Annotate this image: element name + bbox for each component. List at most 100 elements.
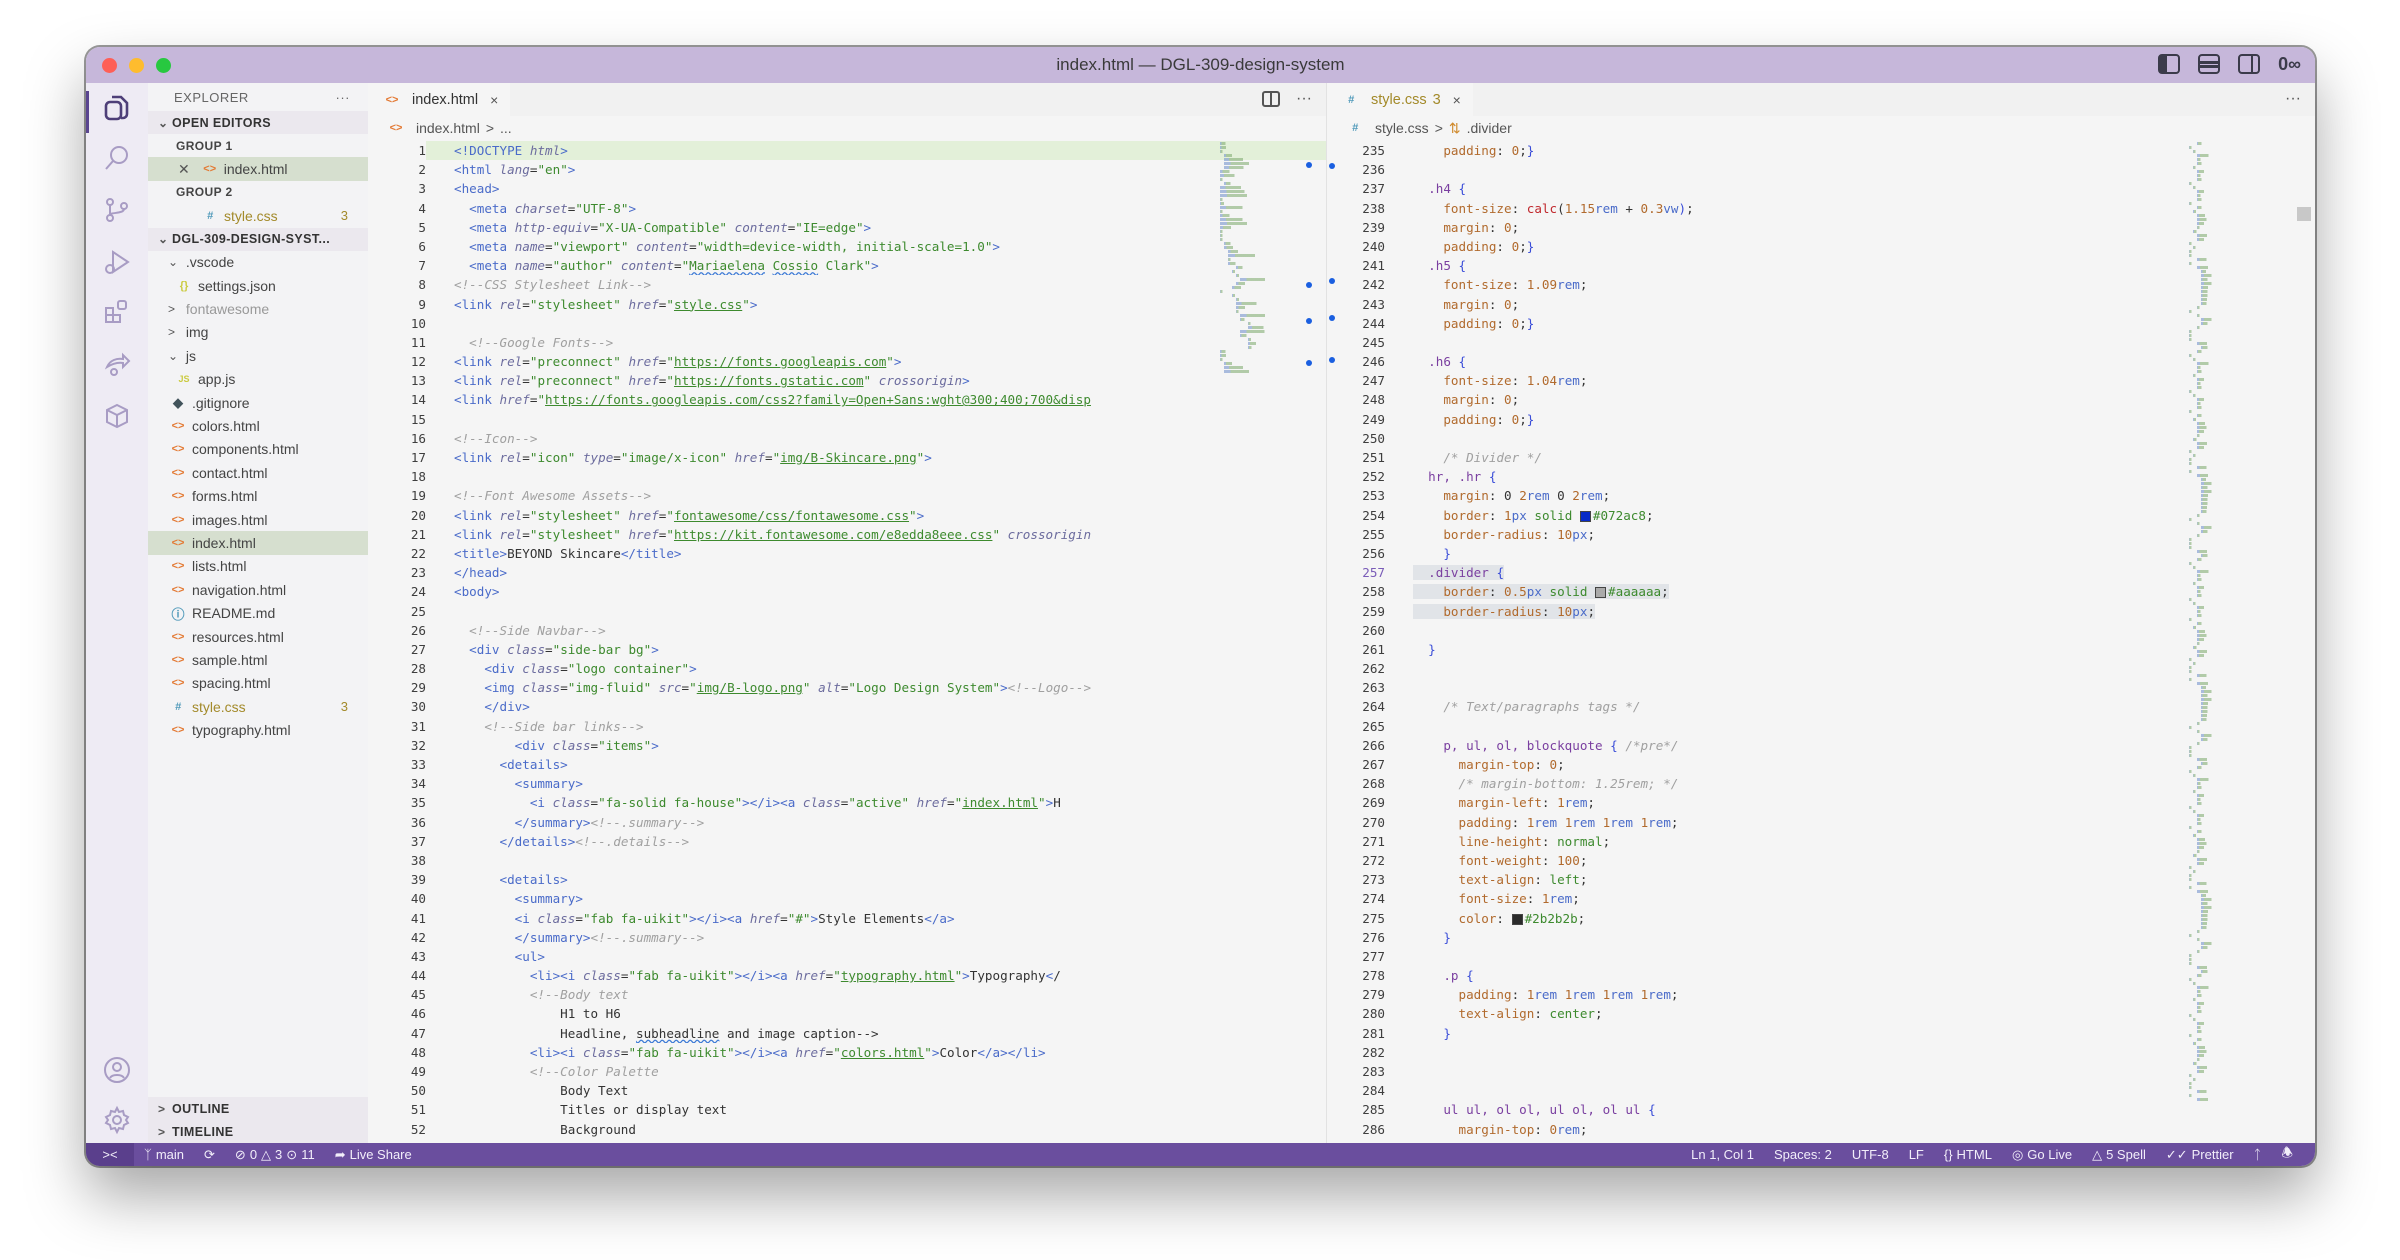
code-line[interactable]: 267 margin-top: 0; (1327, 755, 2315, 774)
code-line[interactable]: 37 </details><!--.details--> (368, 832, 1326, 851)
code-line[interactable]: 50 Body Text (368, 1081, 1326, 1100)
code-line[interactable]: 284 (1327, 1081, 2315, 1100)
tree-item-contact-html[interactable]: <> contact.html (148, 461, 368, 484)
code-line[interactable]: 248 margin: 0; (1327, 390, 2315, 409)
code-line[interactable]: 277 (1327, 947, 2315, 966)
tree-item-navigation-html[interactable]: <> navigation.html (148, 578, 368, 601)
code-line[interactable]: 47 Headline, subheadline and image capti… (368, 1024, 1326, 1043)
code-line[interactable]: 242 font-size: 1.09rem; (1327, 275, 2315, 294)
code-line[interactable]: 43 <ul> (368, 947, 1326, 966)
code-line[interactable]: 4 <meta charset="UTF-8"> (368, 199, 1326, 218)
open-editor-style-css[interactable]: # style.css 3 (148, 204, 368, 227)
code-line[interactable]: 32 <div class="items"> (368, 736, 1326, 755)
prettier-indicator[interactable]: ✓✓ Prettier (2156, 1147, 2244, 1163)
branch-indicator[interactable]: ᛉ main (134, 1147, 194, 1162)
language-mode[interactable]: {} HTML (1934, 1147, 2002, 1162)
code-editor[interactable]: 1 <!DOCTYPE html> 2 <html lang="en"> 3 <head>… (368, 141, 1326, 1143)
scrollbar-thumb[interactable] (2297, 207, 2311, 221)
code-line[interactable]: 253 margin: 0 2rem 0 2rem; (1327, 486, 2315, 505)
tree-item-gitignore[interactable]: ◆ .gitignore (148, 391, 368, 414)
toggle-panel-icon[interactable] (2198, 54, 2221, 74)
cursor-position[interactable]: Ln 1, Col 1 (1681, 1147, 1764, 1162)
code-line[interactable]: 259 border-radius: 10px; (1327, 602, 2315, 621)
code-line[interactable]: 258 border: 0.5px solid #aaaaaa; (1327, 582, 2315, 601)
open-editor-index-html[interactable]: ✕ <> index.html (148, 157, 368, 181)
outline-section[interactable]: > OUTLINE (148, 1097, 368, 1120)
breadcrumb-file[interactable]: style.css (1375, 120, 1429, 136)
code-line[interactable]: 241 .h5 { (1327, 256, 2315, 275)
code-line[interactable]: 16 <!--Icon--> (368, 429, 1326, 448)
minimap[interactable] (2189, 141, 2259, 1143)
code-line[interactable]: 276 } (1327, 928, 2315, 947)
live-share-icon[interactable] (100, 347, 134, 381)
code-line[interactable]: 279 padding: 1rem 1rem 1rem 1rem; (1327, 985, 2315, 1004)
toggle-primary-sidebar-icon[interactable] (2158, 54, 2181, 74)
problems-indicator[interactable]: ⊘ 0 △ 3 ⊙ 11 (225, 1147, 325, 1163)
code-line[interactable]: 252 hr, .hr { (1327, 467, 2315, 486)
indentation[interactable]: Spaces: 2 (1764, 1147, 1842, 1162)
code-line[interactable]: 262 (1327, 659, 2315, 678)
tree-item-settings-json[interactable]: {} settings.json (148, 274, 368, 297)
code-line[interactable]: 20 <link rel="stylesheet" href="fontaweso… (368, 506, 1326, 525)
tree-item-spacing-html[interactable]: <> spacing.html (148, 672, 368, 695)
code-line[interactable]: 22 <title>BEYOND Skincare</title> (368, 544, 1326, 563)
code-line[interactable]: 286 margin-top: 0rem; (1327, 1120, 2315, 1139)
code-line[interactable]: 239 margin: 0; (1327, 218, 2315, 237)
code-line[interactable]: 271 line-height: normal; (1327, 832, 2315, 851)
open-editors-section[interactable]: ⌄ OPEN EDITORS (148, 111, 368, 134)
remote-explorer-icon[interactable] (100, 399, 134, 433)
code-line[interactable]: 45 <!--Body text (368, 985, 1326, 1004)
tree-item-readme-md[interactable]: ⓘ README.md (148, 601, 368, 624)
code-line[interactable]: 3 <head> (368, 179, 1326, 198)
code-line[interactable]: 30 </div> (368, 697, 1326, 716)
code-line[interactable]: 39 <details> (368, 870, 1326, 889)
code-line[interactable]: 240 padding: 0;} (1327, 237, 2315, 256)
remote-indicator[interactable]: >< (86, 1143, 134, 1166)
code-line[interactable]: 243 margin: 0; (1327, 295, 2315, 314)
code-line[interactable]: 21 <link rel="stylesheet" href="https://k… (368, 525, 1326, 544)
code-line[interactable]: 36 </summary><!--.summary--> (368, 813, 1326, 832)
sync-button[interactable]: ⟳ (194, 1147, 225, 1163)
code-line[interactable]: 282 (1327, 1043, 2315, 1062)
close-tab-button[interactable]: × (490, 92, 498, 108)
code-line[interactable]: 247 font-size: 1.04rem; (1327, 371, 2315, 390)
tab-index-html[interactable]: <> index.html × (368, 83, 511, 116)
tree-item-forms-html[interactable]: <> forms.html (148, 484, 368, 507)
code-line[interactable]: 254 border: 1px solid #072ac8; (1327, 506, 2315, 525)
extensions-icon[interactable] (100, 295, 134, 329)
tree-item-colors-html[interactable]: <> colors.html (148, 414, 368, 437)
tree-item-img[interactable]: > img (148, 321, 368, 344)
code-line[interactable]: 261 } (1327, 640, 2315, 659)
more-actions-button[interactable]: ··· (2285, 90, 2301, 108)
code-line[interactable]: 257 .divider { (1327, 563, 2315, 582)
code-line[interactable]: 251 /* Divider */ (1327, 448, 2315, 467)
code-line[interactable]: 275 color: #2b2b2b; (1327, 909, 2315, 928)
go-live-button[interactable]: ◎ Go Live (2002, 1147, 2082, 1163)
timeline-section[interactable]: > TIMELINE (148, 1120, 368, 1143)
code-line[interactable]: 17 <link rel="icon" type="image/x-icon" h… (368, 448, 1326, 467)
code-line[interactable]: 14 <link href="https://fonts.googleapis.c… (368, 390, 1326, 409)
code-line[interactable]: 12 <link rel="preconnect" href="https://f… (368, 352, 1326, 371)
tree-item-components-html[interactable]: <> components.html (148, 438, 368, 461)
code-line[interactable]: 246 .h6 { (1327, 352, 2315, 371)
code-line[interactable]: 44 <li><i class="fab fa-uikit"></i><a hr… (368, 966, 1326, 985)
code-line[interactable]: 41 <i class="fab fa-uikit"></i><a href="… (368, 909, 1326, 928)
code-line[interactable]: 1 <!DOCTYPE html> (368, 141, 1326, 161)
feedback-icon[interactable]: ᛏ (2244, 1147, 2272, 1162)
code-line[interactable]: 27 <div class="side-bar bg"> (368, 640, 1326, 659)
close-window-button[interactable] (102, 58, 117, 73)
code-line[interactable]: 255 border-radius: 10px; (1327, 525, 2315, 544)
notifications-bell-icon[interactable]: 🕭 (2271, 1144, 2303, 1166)
code-line[interactable]: 24 <body> (368, 582, 1326, 601)
code-editor[interactable]: 235 padding: 0;} 236 237 .h4 {238 font-siz… (1327, 141, 2315, 1143)
code-line[interactable]: 264 /* Text/paragraphs tags */ (1327, 697, 2315, 716)
tree-item-typography-html[interactable]: <> typography.html (148, 718, 368, 741)
project-section[interactable]: ⌄ DGL-309-DESIGN-SYST... (148, 227, 368, 251)
breadcrumb-file[interactable]: index.html (416, 120, 480, 136)
code-line[interactable]: 8 <!--CSS Stylesheet Link--> (368, 275, 1326, 294)
code-line[interactable]: 49 <!--Color Palette (368, 1062, 1326, 1081)
code-line[interactable]: 10 (368, 314, 1326, 333)
code-line[interactable]: 237 .h4 { (1327, 179, 2315, 198)
code-line[interactable]: 6 <meta name="viewport" content="width=d… (368, 237, 1326, 256)
code-line[interactable]: 38 (368, 851, 1326, 870)
